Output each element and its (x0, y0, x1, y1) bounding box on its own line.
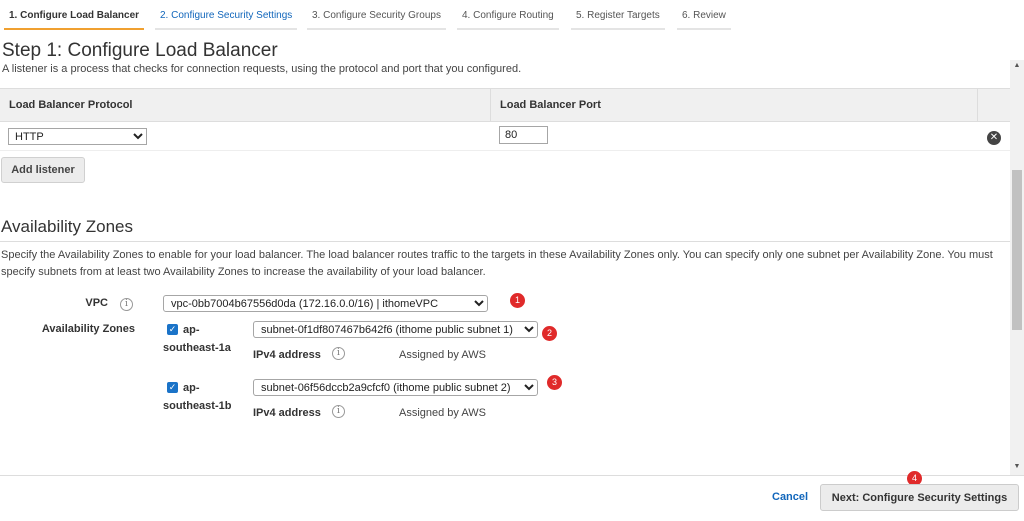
tab-configure-security-groups[interactable]: 3. Configure Security Groups (307, 6, 446, 30)
info-icon[interactable]: i (332, 405, 345, 418)
vertical-scrollbar[interactable]: ▲ ▼ (1010, 60, 1024, 475)
listener-table-header: Load Balancer Protocol Load Balancer Por… (0, 88, 1010, 122)
info-icon[interactable]: i (332, 347, 345, 360)
scroll-up-icon[interactable]: ▲ (1010, 60, 1024, 72)
wizard-content: Step 1: Configure Load Balancer A listen… (0, 32, 1010, 475)
ipv4-value: Assigned by AWS (399, 349, 487, 361)
zone-1a-label: ap-southeast-1a (163, 324, 231, 354)
step-description: A listener is a process that checks for … (2, 63, 522, 75)
zone-1b-label: ap-southeast-1b (163, 382, 232, 412)
availability-zones-title: Availability Zones (1, 217, 133, 236)
tab-configure-routing[interactable]: 4. Configure Routing (457, 6, 559, 30)
availability-zones-description: Specify the Availability Zones to enable… (1, 249, 993, 278)
subnet-select-1a[interactable]: subnet-0f1df807467b642f6 (ithome public … (253, 321, 538, 338)
port-input[interactable] (499, 126, 548, 144)
ipv4-label: IPv4 address (253, 349, 321, 361)
column-divider (490, 89, 491, 122)
ipv4-label: IPv4 address (253, 407, 321, 419)
annotation-badge-2: 2 (542, 326, 557, 341)
listener-row: HTTP ✕ (0, 122, 1010, 151)
wizard-tabs: 1. Configure Load Balancer 2. Configure … (0, 0, 1010, 32)
annotation-badge-1: 1 (510, 293, 525, 308)
scroll-down-icon[interactable]: ▼ (1010, 461, 1024, 473)
remove-listener-icon[interactable]: ✕ (987, 131, 1001, 145)
tab-configure-security-settings[interactable]: 2. Configure Security Settings (155, 6, 298, 30)
next-configure-security-settings-button[interactable]: Next: Configure Security Settings (820, 484, 1019, 511)
vpc-label: VPC (85, 297, 108, 309)
cancel-link[interactable]: Cancel (772, 491, 808, 503)
column-header-port: Load Balancer Port (500, 99, 601, 111)
info-icon[interactable]: i (120, 298, 133, 311)
page-title: Step 1: Configure Load Balancer (2, 40, 278, 61)
tab-register-targets[interactable]: 5. Register Targets (571, 6, 665, 30)
scroll-thumb[interactable] (1012, 170, 1022, 330)
annotation-badge-3: 3 (547, 375, 562, 390)
tab-configure-load-balancer[interactable]: 1. Configure Load Balancer (4, 6, 145, 30)
ipv4-value: Assigned by AWS (399, 407, 487, 419)
section-divider (0, 241, 1010, 242)
availability-zones-label: Availability Zones (41, 323, 135, 335)
wizard-footer: Cancel 4 Next: Configure Security Settin… (0, 471, 1024, 521)
column-header-protocol: Load Balancer Protocol (9, 99, 133, 111)
subnet-select-1b[interactable]: subnet-06f56dccb2a9cfcf0 (ithome public … (253, 379, 538, 396)
vpc-select[interactable]: vpc-0bb7004b67556d0da (172.16.0.0/16) | … (163, 295, 488, 312)
tab-review[interactable]: 6. Review (677, 6, 731, 30)
protocol-select[interactable]: HTTP (8, 128, 147, 145)
column-divider (977, 89, 978, 122)
add-listener-button[interactable]: Add listener (1, 157, 85, 183)
